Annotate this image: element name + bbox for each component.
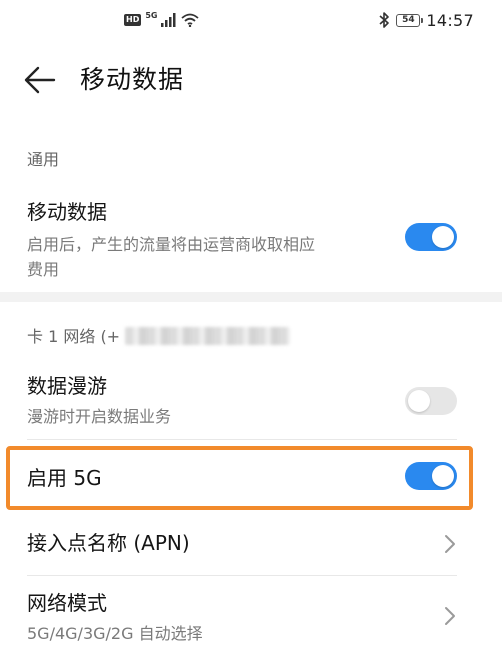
network-mode-description: 5G/4G/3G/2G 自动选择	[27, 624, 203, 643]
toggle-knob	[432, 226, 454, 248]
wifi-icon	[181, 13, 200, 27]
network-mode-row[interactable]: 网络模式 5G/4G/3G/2G 自动选择	[0, 586, 502, 652]
hd-badge: HD	[124, 14, 142, 26]
back-arrow-icon[interactable]	[24, 65, 56, 95]
bluetooth-icon	[379, 12, 390, 28]
app-header: 移动数据	[0, 52, 502, 108]
redacted-phone-number	[125, 327, 290, 345]
row-divider	[27, 439, 457, 440]
status-bar: HD 5G 54 14:57	[0, 0, 502, 40]
apn-row[interactable]: 接入点名称 (APN)	[0, 518, 502, 570]
status-bar-right: 54 14:57	[378, 8, 474, 32]
data-roaming-title: 数据漫游	[27, 374, 107, 398]
network-type-label: 5G	[145, 10, 158, 20]
data-roaming-row[interactable]: 数据漫游 漫游时开启数据业务	[0, 370, 502, 436]
data-roaming-toggle[interactable]	[405, 387, 457, 415]
battery-icon: 54	[396, 13, 424, 27]
apn-title: 接入点名称 (APN)	[27, 531, 190, 555]
section-label-sim1: 卡 1 网络 (+	[27, 327, 121, 346]
mobile-data-description-line2: 费用	[27, 260, 60, 279]
status-bar-left: HD 5G	[124, 10, 200, 29]
signal-icon	[161, 13, 176, 27]
status-time: 14:57	[426, 10, 474, 30]
mobile-data-title: 移动数据	[27, 200, 107, 224]
mobile-data-row[interactable]: 移动数据 启用后，产生的流量将由运营商收取相应 费用	[0, 196, 502, 288]
mobile-data-toggle[interactable]	[405, 223, 457, 251]
toggle-knob	[408, 390, 430, 412]
page-title: 移动数据	[80, 65, 185, 94]
mobile-data-description-line1: 启用后，产生的流量将由运营商收取相应	[27, 235, 316, 254]
section-label-general: 通用	[27, 150, 60, 169]
row-divider	[27, 575, 457, 576]
data-roaming-description: 漫游时开启数据业务	[27, 407, 172, 426]
network-mode-title: 网络模式	[27, 591, 107, 615]
mobile-data-settings-screen: HD 5G 54 14:57 移动数据 通用 移动数据 启用后，产生的流量将由运…	[0, 0, 502, 652]
highlight-frame	[6, 446, 473, 510]
section-separator	[0, 292, 502, 302]
chevron-right-icon	[445, 535, 455, 553]
chevron-right-icon	[445, 607, 455, 625]
